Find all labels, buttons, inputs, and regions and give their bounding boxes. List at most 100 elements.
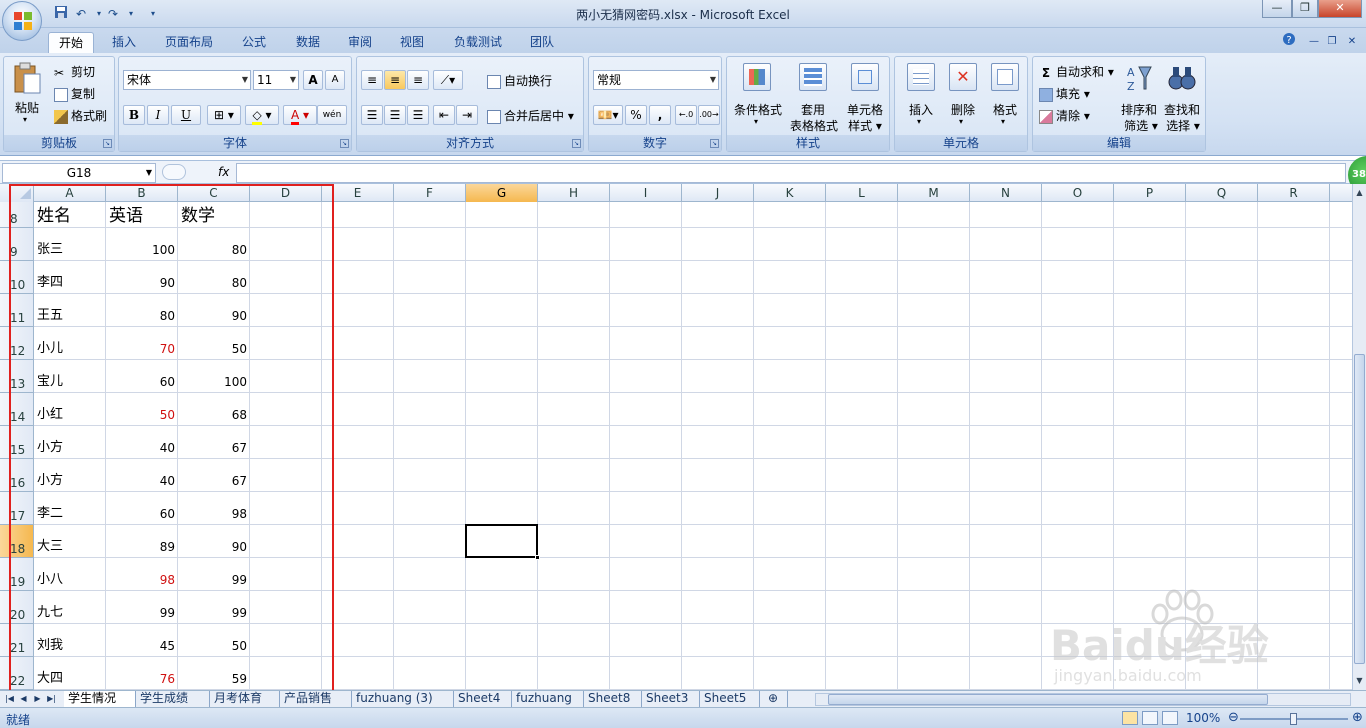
math-score-cell[interactable]: 59 [181, 670, 247, 688]
phonetic-button[interactable]: wén [317, 105, 347, 125]
name-cell[interactable]: 九七 [37, 604, 103, 622]
row-header-12[interactable]: 12 [0, 327, 34, 360]
horizontal-scroll-thumb[interactable] [828, 694, 1268, 705]
row-header-21[interactable]: 21 [0, 624, 34, 657]
english-score-cell[interactable]: 100 [109, 241, 175, 259]
column-header-k[interactable]: K [754, 184, 826, 202]
zoom-slider[interactable] [1240, 713, 1348, 725]
row-header-9[interactable]: 9 [0, 228, 34, 261]
workbook-close-icon[interactable]: ✕ [1344, 32, 1360, 54]
name-cell[interactable]: 大三 [37, 538, 103, 556]
column-header-l[interactable]: L [826, 184, 898, 202]
vertical-scrollbar[interactable]: ▲ ▼ [1352, 184, 1366, 690]
conditional-formatting-button[interactable]: 条件格式 ▾ [731, 61, 785, 131]
ribbon-minimize-icon[interactable]: — [1306, 32, 1322, 54]
math-score-cell[interactable]: 98 [181, 505, 247, 523]
tab-review[interactable]: 审阅 [338, 32, 382, 54]
zoom-slider-knob[interactable] [1290, 713, 1297, 725]
english-score-cell[interactable]: 99 [109, 604, 175, 622]
math-score-cell[interactable]: 67 [181, 439, 247, 457]
column-header-g[interactable]: G [466, 184, 538, 202]
tab-team[interactable]: 团队 [520, 32, 564, 54]
tab-data[interactable]: 数据 [286, 32, 330, 54]
autosum-button[interactable]: Σ 自动求和 ▾ [1039, 63, 1114, 80]
name-cell[interactable]: 李四 [37, 274, 103, 292]
orientation-button[interactable]: ⟋▾ [433, 70, 463, 90]
first-sheet-icon[interactable]: |◀ [4, 692, 15, 706]
underline-button[interactable]: U [171, 105, 201, 125]
math-score-cell[interactable]: 99 [181, 604, 247, 622]
normal-view-icon[interactable] [1122, 711, 1138, 725]
table-header-cell[interactable]: 数学 [181, 205, 247, 227]
spreadsheet-grid[interactable]: ABCDEFGHIJKLMNOPQR 8 9 10 11 12 13 14 15 16 17 18 1… [0, 184, 1352, 690]
office-button[interactable] [2, 1, 42, 41]
restore-button[interactable]: ❐ [1292, 0, 1318, 18]
zoom-level[interactable]: 100% [1186, 711, 1220, 725]
name-box[interactable]: G18 ▼ [2, 163, 156, 183]
decrease-decimal-button[interactable]: .00→ [698, 105, 720, 125]
column-header-q[interactable]: Q [1186, 184, 1258, 202]
align-top-button[interactable]: ≡ [361, 70, 383, 90]
clipboard-launcher-icon[interactable]: ↘ [103, 139, 112, 148]
zoom-in-icon[interactable]: ⊕ [1352, 710, 1363, 725]
font-name-combo[interactable]: 宋体 ▼ [123, 70, 251, 90]
merge-center-button[interactable]: 合并后居中 ▾ [487, 107, 574, 124]
name-cell[interactable]: 李二 [37, 505, 103, 523]
english-score-cell[interactable]: 60 [109, 505, 175, 523]
column-header-c[interactable]: C [178, 184, 250, 202]
close-button[interactable]: ✕ [1318, 0, 1362, 18]
select-all-corner[interactable] [0, 184, 34, 202]
borders-button[interactable]: ⊞ ▾ [207, 105, 241, 125]
number-format-combo[interactable]: 常规 ▼ [593, 70, 719, 90]
grow-font-button[interactable]: A [303, 70, 323, 90]
accounting-format-button[interactable]: 💴▾ [593, 105, 623, 125]
math-score-cell[interactable]: 68 [181, 406, 247, 424]
last-sheet-icon[interactable]: ▶| [46, 692, 57, 706]
column-header-b[interactable]: B [106, 184, 178, 202]
math-score-cell[interactable]: 100 [181, 373, 247, 391]
math-score-cell[interactable]: 90 [181, 538, 247, 556]
row-header-13[interactable]: 13 [0, 360, 34, 393]
name-cell[interactable]: 宝儿 [37, 373, 103, 391]
help-icon[interactable]: ? [1280, 32, 1298, 54]
fill-button[interactable]: 填充 ▾ [1039, 85, 1090, 102]
row-header-20[interactable]: 20 [0, 591, 34, 624]
cut-button[interactable]: ✂ 剪切 [54, 63, 95, 80]
tab-formulas[interactable]: 公式 [232, 32, 276, 54]
column-header-f[interactable]: F [394, 184, 466, 202]
math-score-cell[interactable]: 50 [181, 637, 247, 655]
align-center-button[interactable]: ☰ [384, 105, 406, 125]
column-header-a[interactable]: A [34, 184, 106, 202]
name-cell[interactable]: 小儿 [37, 340, 103, 358]
column-header-p[interactable]: P [1114, 184, 1186, 202]
english-score-cell[interactable]: 70 [109, 340, 175, 358]
increase-decimal-button[interactable]: ←.0 [675, 105, 697, 125]
row-header-8[interactable]: 8 [0, 202, 34, 228]
sheet-tab[interactable]: 月考体育 [210, 691, 280, 707]
english-score-cell[interactable]: 89 [109, 538, 175, 556]
sheet-tab[interactable]: fuzhuang [512, 691, 584, 707]
row-header-15[interactable]: 15 [0, 426, 34, 459]
font-launcher-icon[interactable]: ↘ [340, 139, 349, 148]
italic-button[interactable]: I [147, 105, 169, 125]
name-cell[interactable]: 小方 [37, 439, 103, 457]
scroll-up-icon[interactable]: ▲ [1353, 186, 1366, 200]
name-cell[interactable]: 小八 [37, 571, 103, 589]
minimize-button[interactable]: — [1262, 0, 1292, 18]
tab-page-layout[interactable]: 页面布局 [156, 32, 222, 54]
tab-view[interactable]: 视图 [390, 32, 434, 54]
column-header-m[interactable]: M [898, 184, 970, 202]
copy-button[interactable]: 复制 [54, 85, 95, 102]
decrease-indent-button[interactable]: ⇤ [433, 105, 455, 125]
page-layout-view-icon[interactable] [1142, 711, 1158, 725]
row-header-14[interactable]: 14 [0, 393, 34, 426]
formula-expand-icon[interactable] [162, 164, 186, 180]
sheet-tab[interactable]: Sheet4 [454, 691, 512, 707]
tab-home[interactable]: 开始 [48, 32, 94, 54]
math-score-cell[interactable]: 99 [181, 571, 247, 589]
name-cell[interactable]: 张三 [37, 241, 103, 259]
column-header-e[interactable]: E [322, 184, 394, 202]
sheet-tab[interactable]: Sheet3 [642, 691, 700, 707]
paste-button[interactable]: 粘贴 ▾ [12, 61, 44, 124]
name-cell[interactable]: 小红 [37, 406, 103, 424]
